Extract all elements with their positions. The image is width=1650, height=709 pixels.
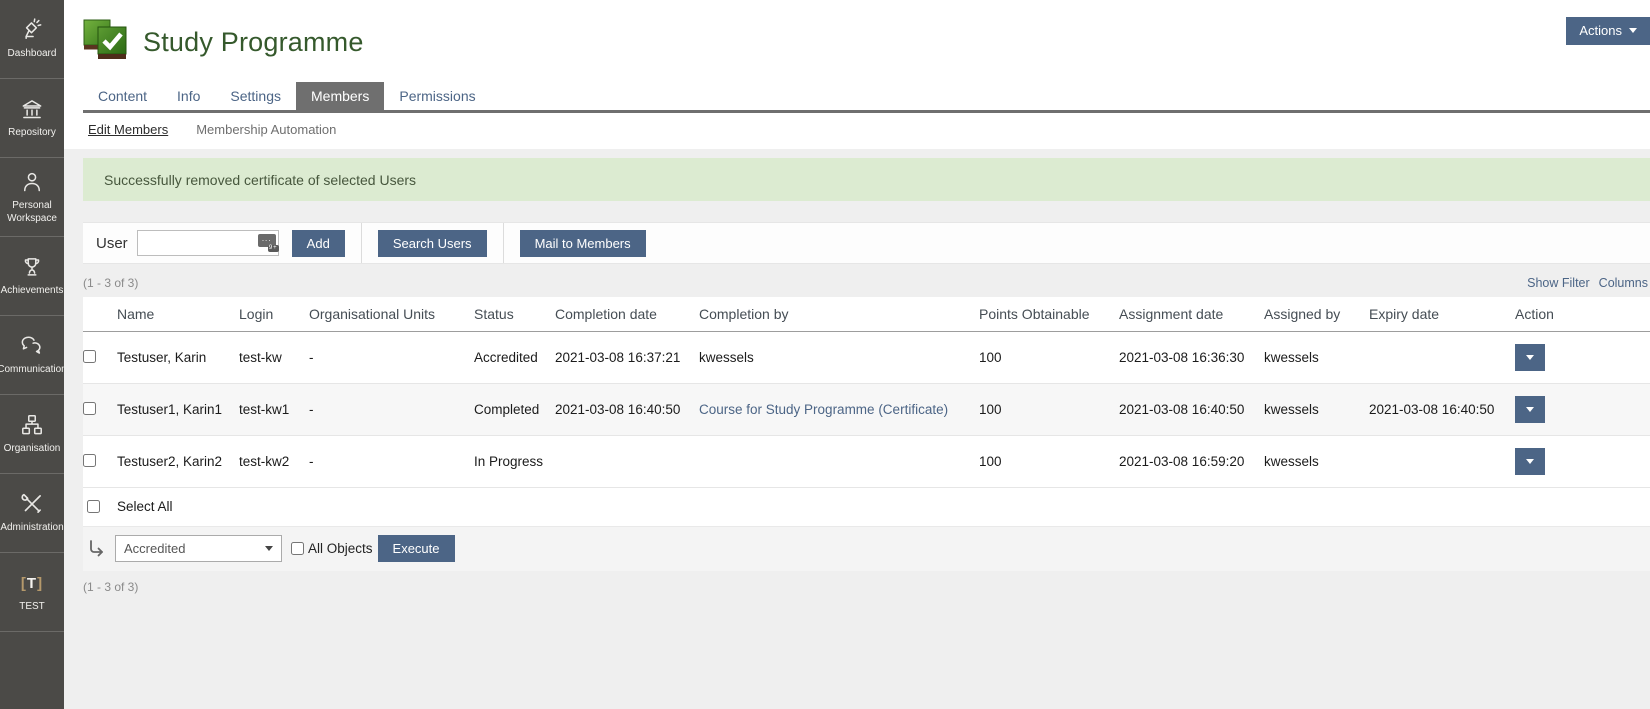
table-header-row: Name Login Organisational Units Status C… (83, 297, 1650, 332)
col-expiry-date: Expiry date (1369, 297, 1515, 332)
repository-icon (19, 96, 45, 122)
row-action-dropdown[interactable] (1515, 344, 1545, 371)
table-row: Testuser, Karin test-kw - Accredited 202… (83, 332, 1650, 384)
sidebar-item-dashboard[interactable]: Dashboard (0, 0, 64, 79)
sidebar-item-label: Achievements (1, 285, 64, 298)
chevron-down-icon (1526, 407, 1534, 416)
search-users-button[interactable]: Search Users (378, 230, 487, 257)
select-all-label: Select All (117, 499, 173, 514)
member-toolbar: User ... 9+ Add Search Users Mail to Mem… (83, 222, 1650, 264)
tab-members[interactable]: Members (296, 82, 384, 110)
chevron-down-icon (1526, 355, 1534, 364)
chevron-down-icon (1526, 459, 1534, 468)
page-title: Study Programme (143, 27, 364, 58)
chevron-down-icon (265, 546, 273, 555)
subtab-bar: Edit Members Membership Automation (64, 113, 1650, 149)
test-icon: [T] (21, 570, 43, 596)
main-sidebar: Dashboard Repository Personal Workspace (0, 0, 64, 709)
administration-icon (19, 491, 45, 517)
mail-to-members-button[interactable]: Mail to Members (520, 230, 646, 257)
sidebar-item-repository[interactable]: Repository (0, 79, 64, 158)
subtab-edit-members[interactable]: Edit Members (88, 122, 168, 137)
all-objects-checkbox[interactable] (291, 542, 304, 555)
content-body: Successfully removed certificate of sele… (64, 158, 1650, 594)
pagination-top: (1 - 3 of 3) (83, 276, 138, 290)
sidebar-item-achievements[interactable]: Achievements (0, 237, 64, 316)
pagination-bottom: (1 - 3 of 3) (83, 571, 1650, 594)
apply-to-selection-icon (87, 539, 106, 558)
select-all-row: Select All (83, 488, 1650, 527)
autocomplete-icon: ... 9+ (258, 234, 276, 247)
organisation-icon (19, 412, 45, 438)
row-checkbox[interactable] (83, 350, 96, 363)
select-all-checkbox[interactable] (87, 500, 100, 513)
table-row: Testuser2, Karin2 test-kw2 - In Progress… (83, 436, 1650, 488)
main-content: Study Programme Actions Content Info Set… (64, 0, 1650, 709)
col-points-obtainable: Points Obtainable (979, 297, 1119, 332)
sidebar-item-label: TEST (19, 601, 45, 614)
col-assignment-date: Assignment date (1119, 297, 1264, 332)
sidebar-item-organisation[interactable]: Organisation (0, 395, 64, 474)
col-org-units: Organisational Units (309, 297, 474, 332)
col-assigned-by: Assigned by (1264, 297, 1369, 332)
row-action-dropdown[interactable] (1515, 448, 1545, 475)
success-message: Successfully removed certificate of sele… (83, 158, 1650, 201)
tab-content[interactable]: Content (83, 82, 162, 110)
col-name: Name (117, 297, 239, 332)
sidebar-item-administration[interactable]: Administration (0, 474, 64, 553)
show-filter-link[interactable]: Show Filter (1527, 276, 1590, 290)
certificate-link[interactable]: Course for Study Programme (Certificate) (699, 402, 948, 417)
col-status: Status (474, 297, 555, 332)
table-row: Testuser1, Karin1 test-kw1 - Completed 2… (83, 384, 1650, 436)
row-checkbox[interactable] (83, 454, 96, 467)
row-action-dropdown[interactable] (1515, 396, 1545, 423)
columns-dropdown[interactable]: Columns (1599, 276, 1648, 290)
toolbar-separator (361, 223, 362, 263)
tab-bar: Content Info Settings Members Permission… (83, 82, 1650, 113)
subtab-membership-automation[interactable]: Membership Automation (196, 122, 336, 137)
execute-button[interactable]: Execute (378, 535, 455, 562)
members-table: Name Login Organisational Units Status C… (83, 297, 1650, 488)
bulk-action-select[interactable]: Accredited (115, 535, 282, 562)
tab-settings[interactable]: Settings (215, 82, 296, 110)
row-checkbox[interactable] (83, 402, 96, 415)
chevron-down-icon (1629, 28, 1637, 37)
sidebar-item-label: Administration (0, 522, 63, 535)
study-programme-icon (83, 19, 130, 66)
sidebar-item-label: Repository (8, 127, 56, 140)
communication-icon (19, 333, 45, 359)
personal-workspace-icon (19, 169, 45, 195)
dashboard-icon (19, 17, 45, 43)
actions-button[interactable]: Actions (1566, 17, 1650, 45)
add-button[interactable]: Add (292, 230, 345, 257)
col-completion-date: Completion date (555, 297, 699, 332)
sidebar-item-label: Organisation (4, 443, 61, 456)
col-completion-by: Completion by (699, 297, 979, 332)
sidebar-item-communication[interactable]: Communication (0, 316, 64, 395)
toolbar-separator (503, 223, 504, 263)
sidebar-item-personal-workspace[interactable]: Personal Workspace (0, 158, 64, 237)
user-label: User (96, 235, 128, 252)
header-zone: Study Programme Actions Content Info Set… (64, 0, 1650, 149)
achievements-icon (19, 254, 45, 280)
all-objects-label: All Objects (308, 541, 373, 556)
sidebar-item-label: Personal Workspace (4, 200, 60, 225)
app-window: Dashboard Repository Personal Workspace (0, 0, 1650, 709)
tab-permissions[interactable]: Permissions (384, 82, 490, 110)
col-login: Login (239, 297, 309, 332)
sidebar-item-label: Dashboard (8, 48, 57, 61)
sidebar-item-test[interactable]: [T] TEST (0, 553, 64, 632)
sidebar-item-label: Communication (0, 364, 64, 377)
tab-info[interactable]: Info (162, 82, 215, 110)
col-action: Action (1515, 297, 1650, 332)
bulk-action-row: Accredited All Objects Execute (83, 527, 1650, 571)
